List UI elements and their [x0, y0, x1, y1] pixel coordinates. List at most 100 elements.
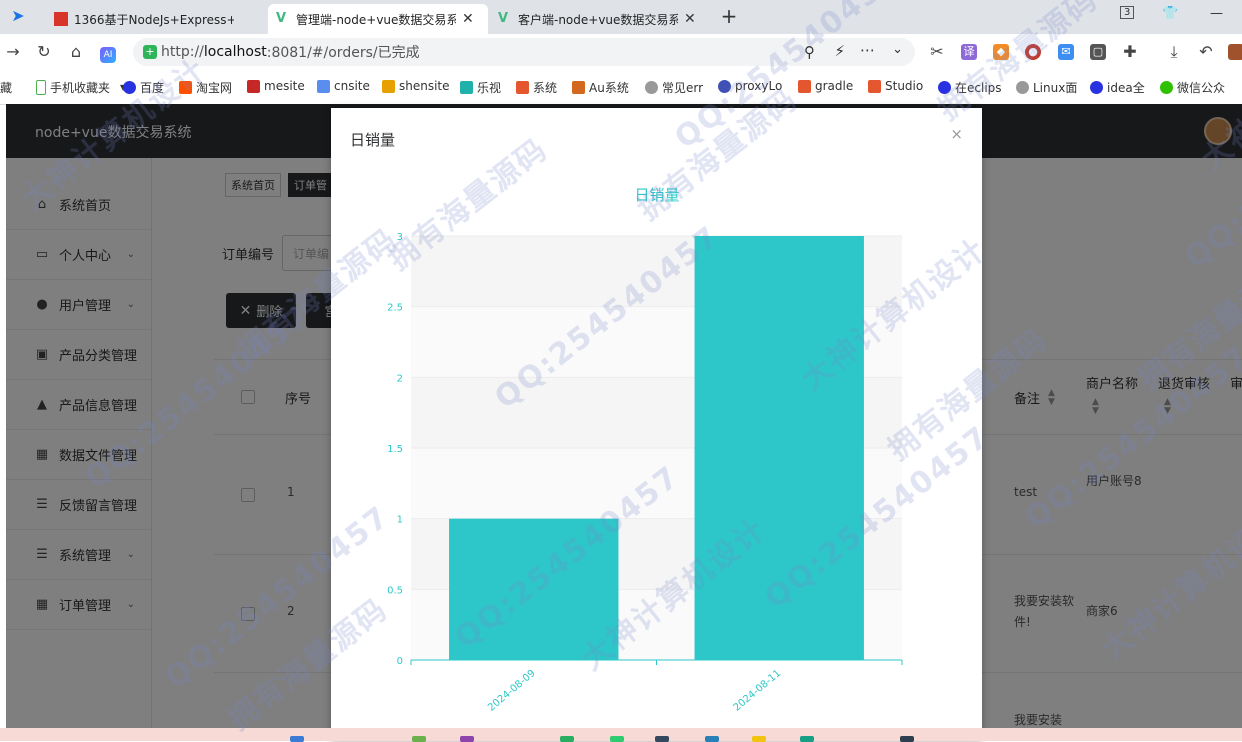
- y-tick-label: 2.5: [387, 303, 403, 314]
- tv-icon: [460, 81, 473, 94]
- chevron-down-icon[interactable]: ⌄: [892, 42, 903, 57]
- bookmark-item[interactable]: Au系统: [572, 79, 629, 96]
- bookmark-label: gradle: [815, 79, 854, 93]
- y-tick-label: 1: [397, 515, 403, 526]
- bookmark-item[interactable]: 常见err: [645, 79, 703, 96]
- baidu-icon: [1090, 81, 1103, 94]
- taskbar-app-icon[interactable]: [655, 736, 669, 742]
- bookmark-item[interactable]: 淘宝网: [179, 79, 232, 96]
- bookmark-label: idea全: [1107, 81, 1145, 95]
- tab-label: 管理端-node+vue数据交易系: [296, 12, 456, 27]
- shirt-icon[interactable]: 👕: [1162, 6, 1178, 21]
- undo-icon[interactable]: ↶: [1196, 42, 1216, 61]
- translate-icon[interactable]: 译: [961, 44, 977, 60]
- taskbar-app-icon[interactable]: [900, 736, 914, 742]
- reload-icon[interactable]: ↻: [34, 42, 54, 61]
- bookmark-item[interactable]: 百度: [123, 79, 164, 96]
- bookmark-item[interactable]: 藏: [0, 79, 30, 96]
- chart-title: 日销量: [634, 186, 679, 204]
- bookmark-label: Au系统: [589, 81, 629, 95]
- extensions-icon[interactable]: ✚: [1120, 42, 1140, 61]
- taskbar-app-icon[interactable]: [705, 736, 719, 742]
- browser-nav-bar: → ↻ ⌂ AI + http://localhost:8081/#/order…: [0, 34, 1242, 70]
- bookmark-item[interactable]: idea全: [1090, 79, 1145, 96]
- minimize-icon[interactable]: —: [1210, 6, 1223, 21]
- bookmark-label: cnsite: [334, 79, 370, 93]
- tab-label: 客户端-node+vue数据交易系: [518, 12, 678, 27]
- bar: [694, 236, 864, 660]
- download-icon[interactable]: ⤓: [1164, 42, 1184, 62]
- bookmark-item[interactable]: 乐视: [460, 79, 501, 96]
- box-icon[interactable]: ▢: [1090, 44, 1106, 60]
- browser-tab-bar: ➤ 1366基于NodeJs+Express+ V 管理端-node+vue数据…: [0, 0, 1242, 34]
- mail-icon[interactable]: ✉: [1058, 44, 1074, 60]
- tab-2[interactable]: V 管理端-node+vue数据交易系 ✕: [268, 4, 488, 34]
- sales-chart-dialog: 日销量 × 日销量 0 0.5 1 1.5 2 2.5 3 2024-08-09 2024-08…: [331, 108, 982, 741]
- taskbar-app-icon[interactable]: [610, 736, 624, 742]
- address-bar[interactable]: + http://localhost:8081/#/orders/已完成 ⚲ ⚡…: [133, 38, 915, 66]
- tab-label: 1366基于NodeJs+Express+: [74, 12, 234, 27]
- bookmark-item[interactable]: 手机收藏夹▼: [36, 79, 126, 96]
- scissors-icon[interactable]: ✂: [927, 42, 947, 61]
- browser-logo-icon[interactable]: ➤: [8, 6, 28, 25]
- url-rest: :8081/#/orders/已完成: [266, 45, 420, 61]
- more-icon[interactable]: ⋯: [860, 41, 875, 59]
- bookmark-item[interactable]: mesite: [247, 79, 305, 93]
- bookmark-label: 手机收藏夹: [50, 81, 111, 95]
- x-tick-label: 2024-08-11: [732, 668, 784, 714]
- start-icon[interactable]: [290, 736, 304, 742]
- tab-count-badge[interactable]: 3: [1120, 6, 1135, 19]
- search-icon[interactable]: ⚲: [804, 43, 815, 61]
- back-arrow-icon[interactable]: →: [3, 42, 23, 61]
- tab-3[interactable]: V 客户端-node+vue数据交易系 ✕: [490, 4, 710, 34]
- bookmark-item[interactable]: 微信公众: [1160, 79, 1225, 96]
- close-tab-icon[interactable]: ✕: [462, 11, 474, 27]
- home-icon[interactable]: ⌂: [66, 42, 86, 61]
- eye-icon[interactable]: ●: [1025, 44, 1041, 60]
- vue-favicon-icon: V: [276, 11, 287, 26]
- url-host: localhost: [203, 44, 267, 60]
- bookmark-label: 常见err: [662, 81, 704, 95]
- baidu-icon: [938, 81, 951, 94]
- new-tab-button[interactable]: +: [718, 4, 740, 28]
- taskbar-app-icon[interactable]: [460, 736, 474, 742]
- bookmark-label: 系统: [533, 81, 558, 95]
- site-icon: [868, 79, 881, 93]
- y-tick-label: 2: [397, 373, 403, 384]
- bar: [449, 518, 619, 660]
- site-icon: [382, 79, 395, 93]
- bookmark-item[interactable]: gradle: [798, 79, 853, 93]
- bookmark-label: 百度: [140, 81, 165, 95]
- bookmark-item[interactable]: Studio: [868, 79, 923, 93]
- taobao-icon: [179, 81, 192, 94]
- taskbar-app-icon[interactable]: [412, 736, 426, 742]
- taskbar-app-icon[interactable]: [560, 736, 574, 742]
- bookmark-label: 乐视: [477, 81, 502, 95]
- y-tick-label: 1.5: [387, 444, 403, 455]
- bookmark-label: 微信公众: [1177, 81, 1226, 95]
- y-tick-label: 3: [397, 232, 403, 243]
- site-icon: [317, 79, 330, 93]
- folder-icon[interactable]: [752, 736, 766, 742]
- y-tick-label: 0: [397, 656, 403, 667]
- bookmark-item[interactable]: cnsite: [317, 79, 370, 93]
- bookmark-label: 藏: [0, 81, 13, 95]
- site-icon: [718, 79, 731, 93]
- bookmark-item[interactable]: Linux面: [1016, 79, 1077, 96]
- close-tab-icon[interactable]: ✕: [684, 11, 696, 27]
- bag-icon[interactable]: [1228, 44, 1242, 60]
- bookmark-item[interactable]: 系统: [516, 79, 557, 96]
- ai-assistant-icon[interactable]: AI: [98, 42, 118, 63]
- tab-1[interactable]: 1366基于NodeJs+Express+: [46, 4, 266, 34]
- bookmark-label: Linux面: [1033, 81, 1078, 95]
- wechat-icon: [1160, 81, 1173, 94]
- lightning-icon[interactable]: ⚡: [834, 42, 845, 60]
- taskbar-app-icon[interactable]: [800, 736, 814, 742]
- bookmark-item[interactable]: 在eclips: [938, 79, 1002, 96]
- globe-icon: [1016, 81, 1029, 94]
- baidu-icon: [123, 81, 136, 94]
- bookmark-item[interactable]: proxyLo: [718, 79, 782, 93]
- game-icon[interactable]: ◆: [993, 44, 1009, 60]
- y-tick-label: 0.5: [387, 585, 403, 596]
- bookmark-item[interactable]: shensite: [382, 79, 450, 93]
